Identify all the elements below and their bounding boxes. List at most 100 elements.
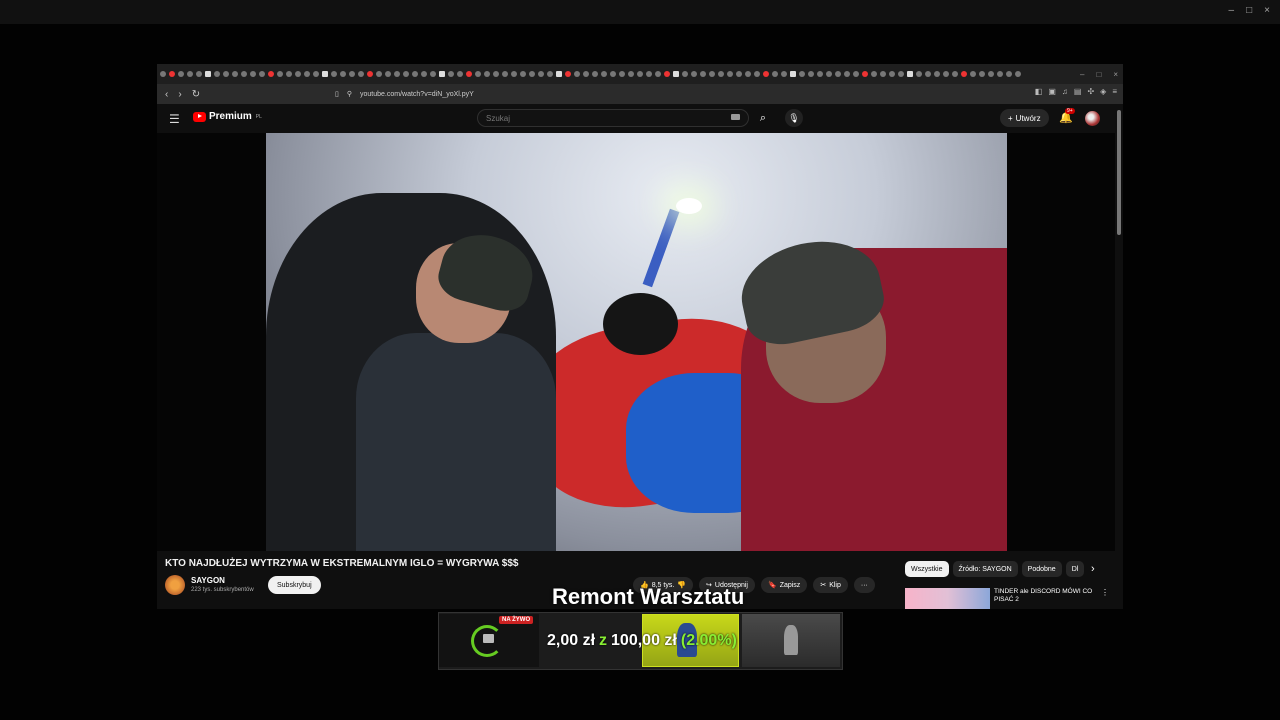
- browser-tab[interactable]: [835, 71, 841, 77]
- browser-tab[interactable]: [826, 71, 832, 77]
- site-info-icon[interactable]: ⚲: [347, 90, 352, 98]
- browser-tab[interactable]: [511, 71, 517, 77]
- browser-tab[interactable]: [313, 71, 319, 77]
- browser-tab[interactable]: [466, 71, 472, 77]
- browser-tab[interactable]: [376, 71, 382, 77]
- browser-tab[interactable]: [196, 71, 202, 77]
- browser-tab[interactable]: [547, 71, 553, 77]
- browser-tab[interactable]: [925, 71, 931, 77]
- browser-tab[interactable]: [502, 71, 508, 77]
- browser-tab[interactable]: [700, 71, 706, 77]
- microphone-icon[interactable]: 🎙: [785, 109, 803, 127]
- browser-tab[interactable]: [907, 71, 913, 77]
- minimize-icon[interactable]: –: [1080, 70, 1084, 79]
- browser-tab[interactable]: [178, 71, 184, 77]
- browser-tab[interactable]: [880, 71, 886, 77]
- clip-button[interactable]: ✂ Klip: [813, 577, 848, 593]
- browser-tab[interactable]: [205, 71, 211, 77]
- browser-tab[interactable]: [385, 71, 391, 77]
- browser-tab[interactable]: [997, 71, 1003, 77]
- browser-tab[interactable]: [358, 71, 364, 77]
- browser-tab[interactable]: [898, 71, 904, 77]
- browser-tab[interactable]: [574, 71, 580, 77]
- browser-tab[interactable]: [421, 71, 427, 77]
- browser-tab[interactable]: [628, 71, 634, 77]
- browser-tab[interactable]: [223, 71, 229, 77]
- browser-tab[interactable]: [781, 71, 787, 77]
- forward-icon[interactable]: ›: [178, 89, 181, 100]
- browser-tab[interactable]: [619, 71, 625, 77]
- browser-tab[interactable]: [808, 71, 814, 77]
- browser-tab[interactable]: [718, 71, 724, 77]
- browser-tab[interactable]: [637, 71, 643, 77]
- browser-tab[interactable]: [709, 71, 715, 77]
- browser-tab[interactable]: [169, 71, 175, 77]
- browser-tab[interactable]: [961, 71, 967, 77]
- youtube-premium-logo[interactable]: Premium PL: [193, 111, 262, 122]
- more-vert-icon[interactable]: ⋮: [1101, 588, 1109, 597]
- save-button[interactable]: 🔖 Zapisz: [760, 577, 808, 593]
- maximize-icon[interactable]: □: [1246, 5, 1252, 16]
- browser-tab[interactable]: [430, 71, 436, 77]
- browser-tab[interactable]: [286, 71, 292, 77]
- browser-tab[interactable]: [259, 71, 265, 77]
- browser-tab[interactable]: [538, 71, 544, 77]
- browser-tab[interactable]: [673, 71, 679, 77]
- browser-tab[interactable]: [367, 71, 373, 77]
- browser-tab[interactable]: [817, 71, 823, 77]
- browser-tab[interactable]: [160, 71, 166, 77]
- bookmark-icon[interactable]: ▯: [335, 90, 339, 98]
- browser-tab[interactable]: [340, 71, 346, 77]
- browser-tab[interactable]: [745, 71, 751, 77]
- browser-tab[interactable]: [295, 71, 301, 77]
- chip-more[interactable]: Dl: [1065, 561, 1085, 577]
- browser-tab[interactable]: [493, 71, 499, 77]
- url-box[interactable]: ▯ ⚲ youtube.com/watch?v=diN_yoXl.pyY: [335, 87, 895, 101]
- browser-tab[interactable]: [1015, 71, 1021, 77]
- back-icon[interactable]: ‹: [165, 89, 168, 100]
- browser-tab[interactable]: [736, 71, 742, 77]
- browser-tab[interactable]: [862, 71, 868, 77]
- browser-tab[interactable]: [763, 71, 769, 77]
- browser-tab[interactable]: [520, 71, 526, 77]
- browser-tab[interactable]: [952, 71, 958, 77]
- search-input[interactable]: Szukaj: [477, 109, 749, 127]
- shield-icon[interactable]: ◈: [1100, 87, 1106, 96]
- sidebar-icon[interactable]: ▤: [1074, 87, 1082, 96]
- recommended-video-title[interactable]: TINDER ale DISCORD MÓWI CO PISAĆ 2: [994, 588, 1094, 604]
- video-player[interactable]: [157, 133, 1115, 551]
- create-button[interactable]: + Utwórz: [1000, 109, 1049, 127]
- url-text[interactable]: youtube.com/watch?v=diN_yoXl.pyY: [360, 91, 474, 98]
- browser-tab[interactable]: [799, 71, 805, 77]
- browser-tab[interactable]: [790, 71, 796, 77]
- account-avatar[interactable]: [1085, 111, 1100, 126]
- browser-tab[interactable]: [403, 71, 409, 77]
- browser-tab[interactable]: [394, 71, 400, 77]
- browser-tab[interactable]: [214, 71, 220, 77]
- browser-tab[interactable]: [583, 71, 589, 77]
- browser-tab[interactable]: [655, 71, 661, 77]
- browser-tab[interactable]: [610, 71, 616, 77]
- browser-tab[interactable]: [592, 71, 598, 77]
- browser-tab[interactable]: [529, 71, 535, 77]
- browser-tab[interactable]: [934, 71, 940, 77]
- channel-avatar[interactable]: [165, 575, 185, 595]
- maximize-icon[interactable]: □: [1096, 70, 1101, 79]
- browser-tab[interactable]: [268, 71, 274, 77]
- browser-tab[interactable]: [349, 71, 355, 77]
- browser-tab[interactable]: [322, 71, 328, 77]
- search-icon[interactable]: ⌕: [750, 109, 776, 127]
- music-icon[interactable]: ♫: [1062, 87, 1068, 96]
- browser-tab[interactable]: [556, 71, 562, 77]
- browser-tab[interactable]: [916, 71, 922, 77]
- reload-icon[interactable]: ↻: [192, 89, 200, 100]
- browser-tab[interactable]: [871, 71, 877, 77]
- browser-tab[interactable]: [889, 71, 895, 77]
- browser-tab[interactable]: [772, 71, 778, 77]
- browser-tab[interactable]: [187, 71, 193, 77]
- menu-icon[interactable]: ≡: [1112, 87, 1117, 96]
- puzzle-icon[interactable]: ✣: [1087, 87, 1094, 96]
- chip-all[interactable]: Wszystkie: [905, 561, 949, 577]
- page-scrollbar[interactable]: [1117, 110, 1121, 235]
- browser-tab[interactable]: [601, 71, 607, 77]
